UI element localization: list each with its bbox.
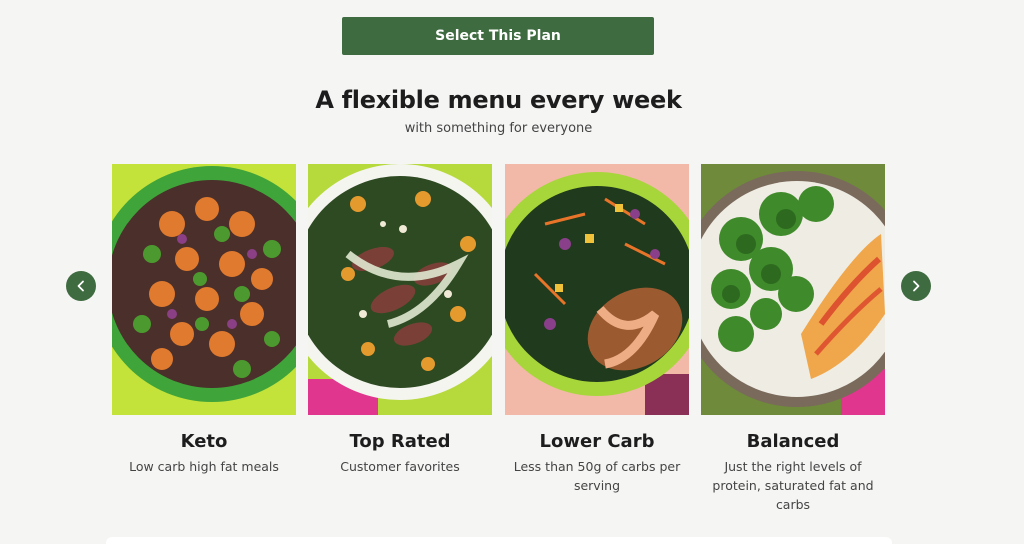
- menu-card-lower-carb[interactable]: Lower Carb Less than 50g of carbs per se…: [505, 164, 689, 495]
- chevron-right-icon: [913, 280, 920, 292]
- carousel-next-button[interactable]: [901, 271, 931, 301]
- section-headline: A flexible menu every week: [315, 86, 682, 114]
- meal-photo: [505, 164, 689, 415]
- meal-photo: [701, 164, 885, 415]
- card-title: Top Rated: [349, 431, 451, 452]
- card-description: Customer favorites: [340, 459, 460, 474]
- card-description: Low carb high fat meals: [129, 459, 279, 474]
- carousel-prev-button[interactable]: [66, 271, 96, 301]
- section-subline: with something for everyone: [404, 121, 593, 136]
- meal-photo: [308, 164, 492, 415]
- card-title: Keto: [180, 431, 228, 452]
- menu-card-top-rated[interactable]: Top Rated Customer favorites: [308, 164, 492, 476]
- card-title: Balanced: [746, 431, 840, 452]
- next-section-panel: [106, 537, 892, 544]
- card-description: Just the right levels of protein, satura…: [712, 459, 874, 512]
- chevron-left-icon: [77, 280, 84, 292]
- page: Select This Plan A flexible menu every w…: [0, 0, 1024, 544]
- select-plan-button[interactable]: Select This Plan: [342, 17, 654, 55]
- card-description: Less than 50g of carbs per serving: [513, 459, 681, 493]
- menu-card-keto[interactable]: Keto Low carb high fat meals: [112, 164, 296, 476]
- menu-card-balanced[interactable]: Balanced Just the right levels of protei…: [701, 164, 885, 514]
- meal-photo: [112, 164, 296, 415]
- card-title: Lower Carb: [539, 431, 655, 452]
